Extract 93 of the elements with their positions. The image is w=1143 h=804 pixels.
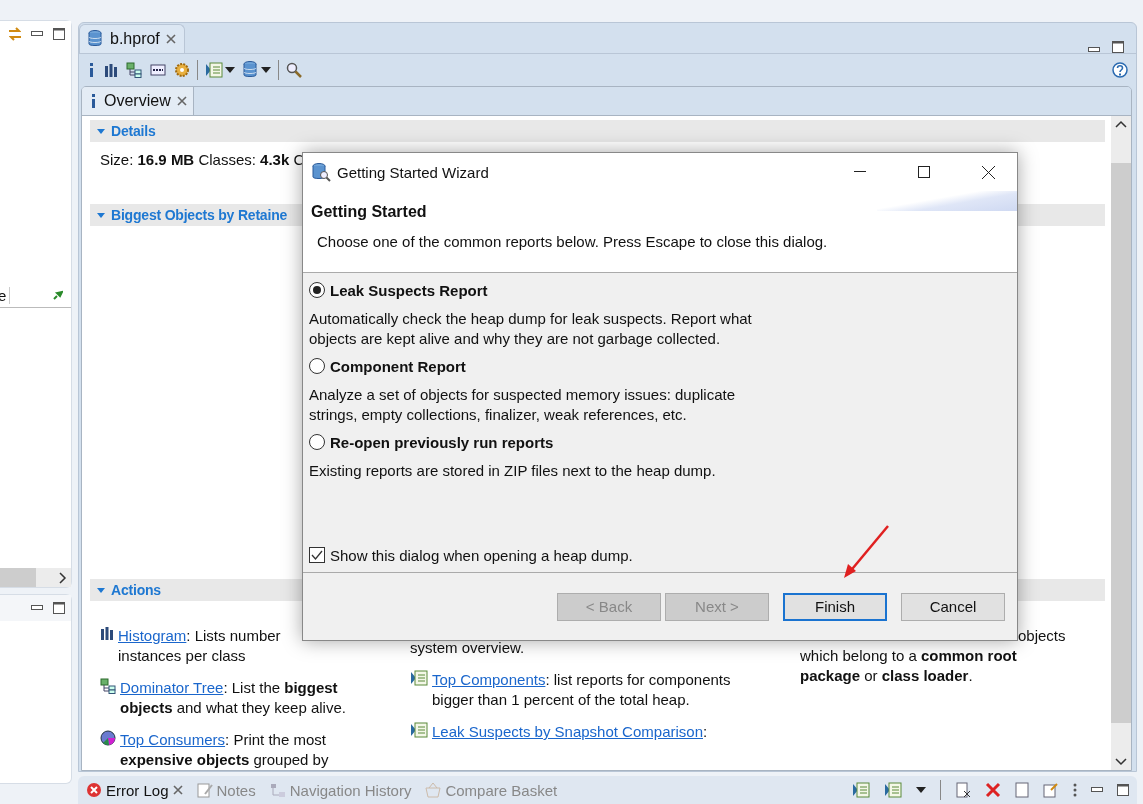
bar-chart-icon	[100, 626, 114, 640]
database-dropdown-button[interactable]	[242, 60, 272, 80]
dialog-button[interactable]: Cancel	[901, 592, 1005, 621]
option-description: Existing reports are stored in ZIP files next to the heap dump.	[309, 461, 717, 481]
radio-button[interactable]	[309, 358, 325, 374]
delete-icon[interactable]	[985, 782, 1001, 798]
view-tab[interactable]: Navigation History	[269, 781, 412, 799]
report-icon	[410, 722, 428, 738]
caret-icon	[261, 67, 271, 73]
database-gear-icon	[243, 61, 259, 79]
report-radio-option[interactable]: Re-open previously run reports	[309, 431, 1011, 453]
report-icon	[852, 782, 870, 798]
info-icon	[88, 62, 96, 78]
action-description: objects which belong to a common root package or class loader.	[800, 626, 1065, 686]
gear-icon	[174, 62, 190, 78]
action-description: Dominator Tree: List the biggest objects and what they keep alive.	[120, 678, 347, 718]
maximize-icon	[1117, 784, 1129, 796]
minimize-icon	[1088, 47, 1100, 53]
action-description: Leak Suspects by Snapshot Comparison:	[432, 722, 709, 742]
settings-button[interactable]	[173, 61, 191, 79]
histogram-button[interactable]	[103, 62, 119, 78]
sync-arrows-icon	[9, 26, 21, 42]
report-radio-option[interactable]: Leak Suspects Report	[309, 279, 1011, 301]
maximize-icon	[53, 28, 65, 40]
caret-icon	[225, 67, 235, 73]
maximize-icon	[53, 602, 65, 614]
radio-button[interactable]	[309, 282, 325, 298]
database-icon	[88, 30, 104, 48]
dialog-button[interactable]: Finish	[783, 592, 887, 621]
query-icon	[150, 62, 166, 78]
close-icon[interactable]	[176, 96, 187, 106]
tree-icon	[100, 678, 116, 694]
clear-log-icon[interactable]	[955, 782, 971, 798]
search-button[interactable]	[285, 61, 303, 79]
wizard-description: Choose one of the common reports below. Press Escape to close this dialog.	[316, 232, 829, 250]
overview-tab[interactable]: Overview	[82, 87, 194, 115]
history-icon	[269, 782, 286, 798]
chevron-up-icon	[1115, 120, 1127, 128]
notes-icon	[196, 782, 213, 798]
export-icon[interactable]	[1043, 782, 1059, 798]
show-dialog-checkbox-row[interactable]: Show this dialog when opening a heap dump.	[309, 544, 1011, 566]
maximize-icon	[1112, 41, 1124, 53]
editor-tab[interactable]: b.hprof	[79, 24, 185, 53]
chevron-down-icon	[1115, 758, 1127, 766]
maximize-icon	[918, 166, 930, 178]
action-link[interactable]: Dominator Tree	[120, 679, 224, 696]
action-description: Histogram: Lists number instances per class	[118, 626, 282, 666]
minimize-icon	[1091, 787, 1103, 793]
report-radio-option[interactable]: Component Report	[309, 355, 1011, 377]
tree-button[interactable]	[125, 61, 143, 79]
action-description: system overview.	[410, 638, 526, 658]
basket-icon	[425, 782, 442, 798]
section-header[interactable]: Details	[90, 120, 1105, 143]
minimize-icon	[31, 31, 43, 37]
dialog-title: Getting Started Wizard	[337, 163, 489, 181]
horizontal-scrollbar[interactable]	[0, 568, 71, 587]
arrow-annotation	[842, 524, 892, 580]
view-tab[interactable]: Error Log	[86, 781, 183, 799]
pin-icon	[53, 290, 63, 300]
wizard-heading: Getting Started	[311, 203, 427, 221]
expanded-triangle-icon	[96, 126, 106, 136]
view-tab[interactable]: Compare Basket	[425, 781, 558, 799]
caret-icon	[916, 787, 926, 793]
close-icon	[981, 165, 995, 179]
action-link[interactable]: Top Components	[432, 671, 546, 688]
checkbox[interactable]	[309, 547, 325, 563]
report-icon	[884, 782, 902, 798]
info-icon	[90, 93, 98, 109]
action-description: Top Consumers: Print the most expensive objects grouped by	[120, 730, 330, 770]
chevron-right-icon	[59, 571, 67, 584]
radio-button[interactable]	[309, 434, 325, 450]
tree-icon	[126, 62, 142, 78]
report-icon	[410, 670, 428, 686]
option-description: Analyze a set of objects for suspected memory issues: duplicate strings, empty collections, finalizer, weak references, etc.	[309, 385, 737, 425]
close-icon[interactable]	[165, 34, 176, 44]
action-link[interactable]: Leak Suspects by Snapshot Comparison	[432, 723, 703, 740]
pie-chart-icon	[100, 730, 116, 746]
checkmark-icon	[311, 549, 323, 561]
database-search-icon	[311, 162, 331, 182]
help-icon[interactable]	[1112, 62, 1128, 78]
error-icon	[86, 782, 102, 798]
search-icon	[286, 62, 302, 78]
minimize-icon	[31, 605, 43, 611]
option-description: Automatically check the heap dump for leak suspects. Report what objects are kept alive and why they are not garbage collected.	[309, 309, 753, 349]
close-icon[interactable]	[172, 785, 183, 795]
bar-chart-icon	[104, 63, 118, 77]
more-icon[interactable]	[1073, 782, 1077, 798]
action-description: Top Components: list reports for components bigger than 1 percent of the total heap.	[432, 670, 732, 710]
report-icon	[205, 62, 223, 78]
minimize-icon	[854, 171, 866, 173]
vertical-scrollbar[interactable]	[1111, 116, 1131, 770]
query-button[interactable]	[149, 61, 167, 79]
report-dropdown-button[interactable]	[204, 61, 236, 79]
